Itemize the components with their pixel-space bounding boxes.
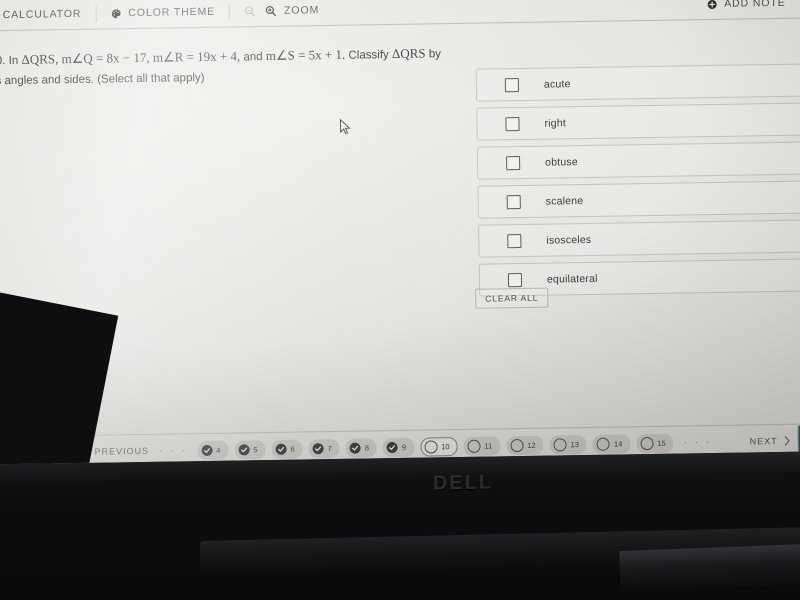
circle-icon	[553, 437, 567, 452]
check-icon	[349, 442, 361, 454]
circle-icon	[640, 436, 654, 450]
answer-choice-list: acute right obtuse scalene isosceles equ…	[475, 62, 800, 302]
nav-question-6[interactable]: 6	[271, 438, 303, 459]
nav-question-number: 10	[441, 441, 450, 451]
answer-label-equilateral: equilateral	[546, 272, 598, 286]
checkbox-equilateral[interactable]	[507, 272, 523, 287]
checkbox-isosceles[interactable]	[507, 233, 522, 248]
question-instruction-1: Classify	[348, 49, 389, 62]
laptop-screen: CALCULATOR COLOR THEME ZOOM ADD NOTE 10.…	[0, 0, 800, 465]
check-icon	[386, 441, 399, 453]
nav-question-8[interactable]: 8	[345, 437, 378, 458]
nav-question-15[interactable]: 15	[636, 433, 674, 453]
calculator-label: CALCULATOR	[2, 7, 82, 22]
nav-question-number: 15	[657, 438, 666, 448]
answer-choice-scalene[interactable]: scalene	[477, 179, 800, 219]
nav-question-4[interactable]: 4	[197, 440, 229, 460]
answer-label-acute: acute	[543, 77, 571, 91]
checkbox-obtuse[interactable]	[506, 155, 521, 170]
nav-right-ellipsis: · · ·	[683, 436, 712, 448]
nav-question-11[interactable]: 11	[463, 435, 501, 456]
question-instruction-2: by	[428, 48, 442, 61]
circle-icon	[596, 437, 611, 451]
nav-question-14[interactable]: 14	[592, 433, 631, 454]
nav-question-5[interactable]: 5	[234, 439, 266, 460]
nav-question-number: 11	[484, 440, 493, 451]
toolbar-item-zoom[interactable]: ZOOM	[230, 0, 333, 23]
answer-choice-isosceles[interactable]: isosceles	[478, 218, 800, 258]
answer-label-scalene: scalene	[545, 194, 584, 208]
answer-choice-obtuse[interactable]: obtuse	[476, 140, 800, 180]
question-math-2: m∠S = 5x + 1.	[265, 46, 346, 63]
next-label: NEXT	[749, 436, 778, 447]
quiz-application: CALCULATOR COLOR THEME ZOOM ADD NOTE 10.…	[0, 0, 800, 465]
check-icon	[275, 443, 287, 455]
plus-circle-icon	[706, 0, 717, 10]
nav-question-9[interactable]: 9	[382, 437, 415, 457]
mouse-cursor	[339, 118, 351, 136]
zoom-label: ZOOM	[283, 4, 320, 17]
circle-icon	[467, 439, 481, 453]
toolbar-item-add-note[interactable]: ADD NOTE	[692, 0, 800, 15]
nav-question-number: 7	[327, 443, 332, 453]
add-note-label: ADD NOTE	[724, 0, 786, 10]
check-icon	[238, 443, 250, 455]
nav-question-7[interactable]: 7	[308, 438, 340, 458]
checkbox-right[interactable]	[505, 116, 520, 131]
question-conjunction: and	[243, 51, 263, 64]
toolbar-item-calculator[interactable]: CALCULATOR	[0, 3, 96, 27]
check-icon	[312, 442, 324, 454]
circle-icon	[424, 439, 438, 454]
question-number: 10.	[0, 55, 6, 68]
zoom-in-icon[interactable]	[265, 5, 277, 17]
toolbar-item-color-theme[interactable]: COLOR THEME	[96, 1, 229, 25]
answer-label-obtuse: obtuse	[545, 155, 578, 169]
palette-icon	[110, 8, 121, 19]
answer-choice-acute[interactable]: acute	[475, 62, 800, 102]
nav-question-number: 5	[253, 444, 258, 454]
nav-question-number: 12	[527, 440, 536, 450]
question-stem: 10. In ΔQRS, m∠Q = 8x − 17, m∠R = 19x + …	[0, 42, 510, 91]
check-icon	[201, 444, 213, 456]
nav-question-13[interactable]: 13	[549, 434, 588, 455]
checkbox-acute[interactable]	[504, 77, 520, 92]
nav-question-number: 13	[570, 439, 580, 449]
checkbox-scalene[interactable]	[506, 194, 521, 209]
nav-question-number: 14	[613, 438, 623, 449]
answer-choice-right[interactable]: right	[476, 101, 800, 141]
nav-question-number: 9	[401, 442, 407, 452]
nav-question-10-current[interactable]: 10	[420, 436, 458, 457]
nav-left-ellipsis: · · ·	[159, 444, 188, 457]
clear-all-button[interactable]: CLEAR ALL	[475, 287, 549, 309]
nav-question-number: 4	[216, 445, 221, 455]
question-math-3: ΔQRS	[391, 45, 426, 62]
next-button[interactable]: NEXT	[749, 436, 791, 447]
zoom-out-icon[interactable]	[244, 5, 256, 17]
question-lead-text: In	[8, 54, 19, 68]
question-math-1: ΔQRS, m∠Q = 8x − 17, m∠R = 19x + 4,	[21, 48, 241, 67]
color-theme-label: COLOR THEME	[128, 5, 216, 20]
photo-scene: DELL CALCULATOR COLOR THEME ZOOM ADD NOT…	[0, 0, 800, 600]
nav-question-number: 6	[290, 444, 295, 454]
circle-icon	[510, 438, 524, 452]
answer-label-right: right	[544, 116, 567, 130]
chevron-right-icon	[784, 436, 791, 446]
nav-question-number: 8	[364, 442, 370, 452]
previous-label: PREVIOUS	[94, 445, 150, 457]
answer-label-isosceles: isosceles	[546, 233, 592, 247]
nav-question-12[interactable]: 12	[506, 435, 544, 455]
dell-brand-logo: DELL	[432, 471, 494, 495]
question-select-instruction: its angles and sides. (Select all that a…	[0, 71, 205, 88]
